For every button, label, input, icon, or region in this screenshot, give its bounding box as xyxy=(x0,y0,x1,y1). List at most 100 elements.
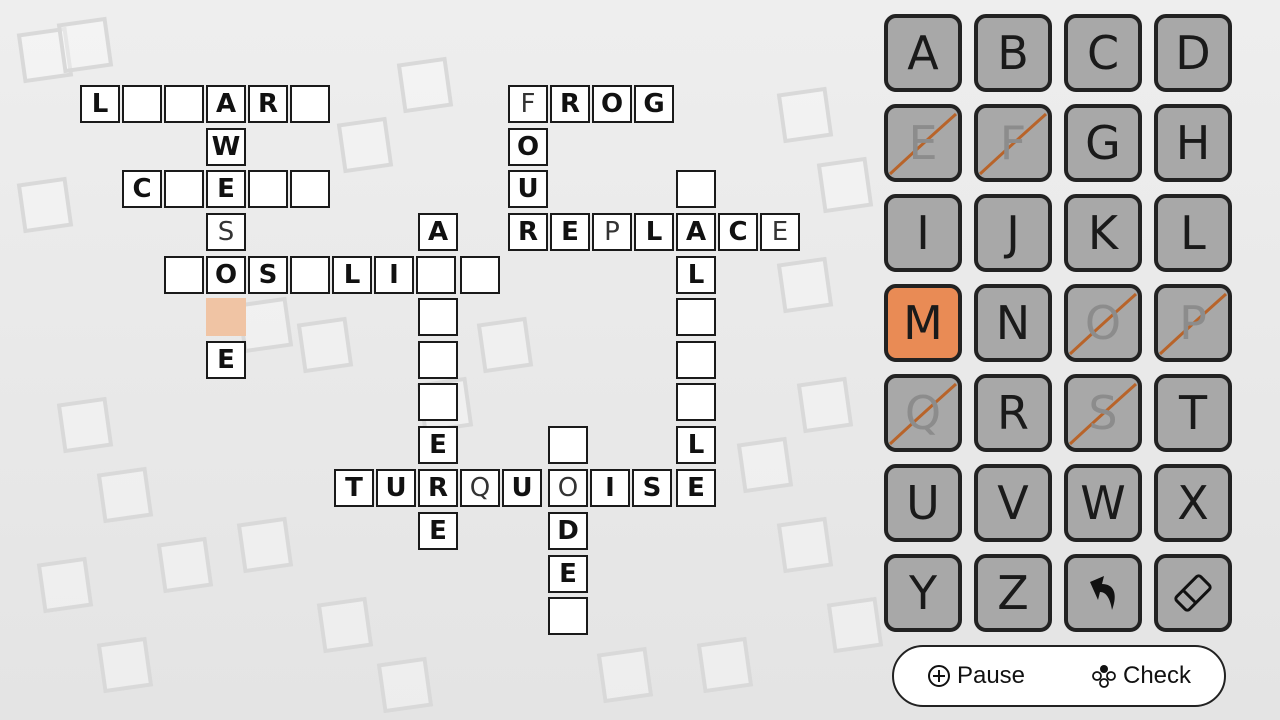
key-p[interactable]: P xyxy=(1154,284,1232,362)
undo-icon xyxy=(1090,576,1115,610)
grid-cell[interactable]: R xyxy=(248,85,288,123)
grid-cell[interactable]: E xyxy=(760,213,800,251)
key-j[interactable]: J xyxy=(974,194,1052,272)
key-k[interactable]: K xyxy=(1064,194,1142,272)
grid-cell[interactable] xyxy=(122,85,162,123)
key-x[interactable]: X xyxy=(1154,464,1232,542)
grid-cell[interactable]: S xyxy=(632,469,672,507)
grid-cell[interactable] xyxy=(676,341,716,379)
key-z[interactable]: Z xyxy=(974,554,1052,632)
grid-cell[interactable] xyxy=(290,256,330,294)
grid-cell[interactable]: I xyxy=(590,469,630,507)
key-e[interactable]: E xyxy=(884,104,962,182)
key-a[interactable]: A xyxy=(884,14,962,92)
eraser-button[interactable] xyxy=(1154,554,1232,632)
grid-cell[interactable] xyxy=(548,597,588,635)
key-label: Q xyxy=(904,386,942,440)
grid-cell[interactable]: U xyxy=(508,170,548,208)
undo-button[interactable] xyxy=(1064,554,1142,632)
grid-cell[interactable]: S xyxy=(248,256,288,294)
grid-cell[interactable]: D xyxy=(548,512,588,550)
grid-cell[interactable] xyxy=(416,256,456,294)
grid-cell[interactable] xyxy=(290,85,330,123)
key-label: N xyxy=(995,296,1031,350)
key-v[interactable]: V xyxy=(974,464,1052,542)
grid-cell[interactable]: E xyxy=(418,512,458,550)
grid-cell[interactable]: C xyxy=(718,213,758,251)
grid-cell[interactable]: U xyxy=(502,469,542,507)
grid-cell[interactable] xyxy=(548,426,588,464)
grid-cell[interactable]: L xyxy=(332,256,372,294)
grid-cell[interactable]: A xyxy=(206,85,246,123)
grid-cell[interactable] xyxy=(164,85,204,123)
key-s[interactable]: S xyxy=(1064,374,1142,452)
grid-cell[interactable]: L xyxy=(634,213,674,251)
grid-cell[interactable] xyxy=(676,170,716,208)
key-q[interactable]: Q xyxy=(884,374,962,452)
key-m[interactable]: M xyxy=(884,284,962,362)
grid-cell[interactable]: F xyxy=(508,85,548,123)
grid-cell[interactable]: E xyxy=(418,426,458,464)
grid-cell[interactable]: Q xyxy=(460,469,500,507)
key-label: I xyxy=(916,206,930,260)
grid-cell[interactable] xyxy=(290,170,330,208)
key-h[interactable]: H xyxy=(1154,104,1232,182)
grid-cell[interactable]: O xyxy=(206,256,246,294)
key-d[interactable]: D xyxy=(1154,14,1232,92)
grid-cell[interactable]: R xyxy=(550,85,590,123)
grid-cell[interactable]: E xyxy=(206,341,246,379)
grid-cell[interactable] xyxy=(418,341,458,379)
pause-button[interactable]: Pause xyxy=(927,662,1025,690)
grid-cell[interactable]: G xyxy=(634,85,674,123)
key-b[interactable]: B xyxy=(974,14,1052,92)
grid-cell[interactable]: A xyxy=(418,213,458,251)
key-o[interactable]: O xyxy=(1064,284,1142,362)
key-i[interactable]: I xyxy=(884,194,962,272)
grid-cell[interactable] xyxy=(418,298,458,336)
grid-cell-selected[interactable] xyxy=(206,298,246,336)
grid-cell[interactable]: A xyxy=(676,213,716,251)
grid-cell[interactable] xyxy=(418,383,458,421)
grid-cell[interactable]: U xyxy=(376,469,416,507)
key-l[interactable]: L xyxy=(1154,194,1232,272)
grid-cell[interactable]: T xyxy=(334,469,374,507)
key-g[interactable]: G xyxy=(1064,104,1142,182)
grid-cell[interactable]: C xyxy=(122,170,162,208)
grid-cell[interactable]: E xyxy=(548,555,588,593)
grid-cell[interactable] xyxy=(676,298,716,336)
grid-cell[interactable] xyxy=(676,383,716,421)
grid-cell[interactable]: O xyxy=(592,85,632,123)
key-label: T xyxy=(1178,386,1208,440)
key-f[interactable]: F xyxy=(974,104,1052,182)
grid-cell[interactable]: O xyxy=(508,128,548,166)
grid-cell[interactable]: R xyxy=(418,469,458,507)
grid-cell[interactable] xyxy=(164,170,204,208)
key-t[interactable]: T xyxy=(1154,374,1232,452)
grid-cell[interactable]: L xyxy=(676,426,716,464)
key-label: R xyxy=(997,386,1029,440)
grid-cell[interactable] xyxy=(164,256,204,294)
grid-cell[interactable]: R xyxy=(508,213,548,251)
grid-cell[interactable]: P xyxy=(592,213,632,251)
grid-cell[interactable]: L xyxy=(676,256,716,294)
key-y[interactable]: Y xyxy=(884,554,962,632)
grid-cell[interactable]: L xyxy=(80,85,120,123)
key-u[interactable]: U xyxy=(884,464,962,542)
grid-cell[interactable]: E xyxy=(550,213,590,251)
grid-cell[interactable]: E xyxy=(206,170,246,208)
grid-cell[interactable]: S xyxy=(206,213,246,251)
grid-cell[interactable] xyxy=(248,170,288,208)
key-label: A xyxy=(907,26,939,80)
grid-cell[interactable] xyxy=(460,256,500,294)
grid-cell[interactable]: E xyxy=(676,469,716,507)
key-c[interactable]: C xyxy=(1064,14,1142,92)
check-button[interactable]: Check xyxy=(1091,662,1191,690)
key-w[interactable]: W xyxy=(1064,464,1142,542)
grid-cell[interactable]: I xyxy=(374,256,414,294)
key-n[interactable]: N xyxy=(974,284,1052,362)
check-label: Check xyxy=(1122,662,1192,689)
key-r[interactable]: R xyxy=(974,374,1052,452)
grid-cell[interactable]: W xyxy=(206,128,246,166)
grid-cell[interactable]: O xyxy=(548,469,588,507)
key-label: M xyxy=(903,296,943,350)
